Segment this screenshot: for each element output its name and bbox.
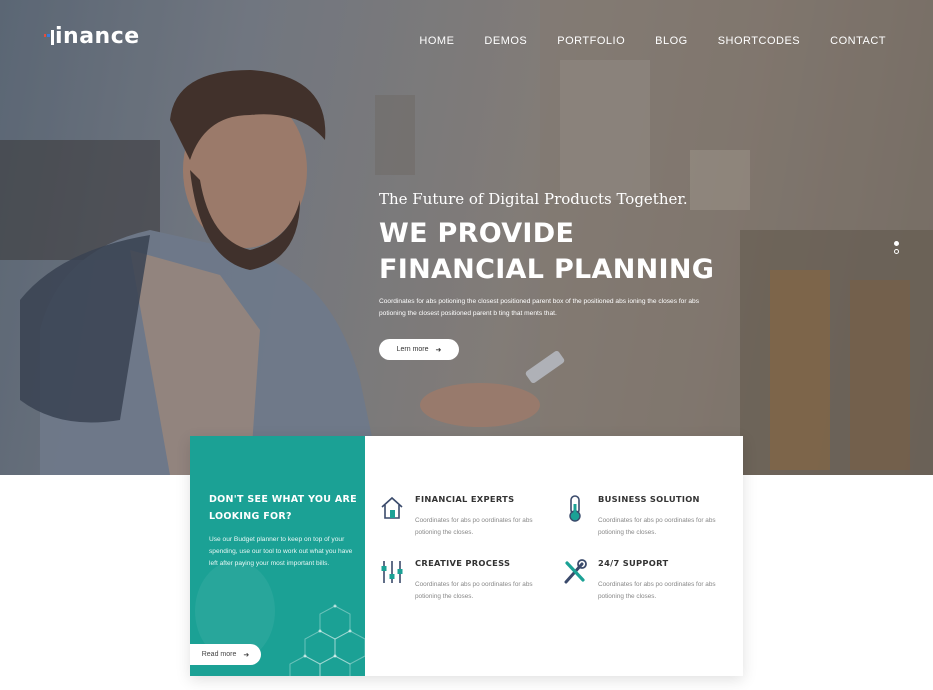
hero-tagline: The Future of Digital Products Together. (379, 190, 688, 208)
logo[interactable]: inance (44, 24, 140, 49)
learn-more-label: Lern more (396, 346, 429, 353)
read-more-button[interactable]: Read more ➜ (190, 644, 261, 665)
service-text: Coordinates for abs po oordinates for ab… (598, 517, 716, 536)
service-text: Coordinates for abs po oordinates for ab… (415, 581, 533, 600)
nav-item-home[interactable]: HOME (419, 35, 454, 47)
promo-text: Use our Budget planner to keep on top of… (209, 536, 353, 567)
hero-headline: WE PROVIDE FINANCIAL PLANNING (379, 216, 714, 288)
nav-item-contact[interactable]: CONTACT (830, 35, 886, 47)
service-title: BUSINESS SOLUTION (598, 494, 700, 504)
nav-item-shortcodes[interactable]: SHORTCODES (718, 35, 800, 47)
read-more-label: Read more (201, 651, 237, 658)
logo-text: inance (55, 24, 140, 49)
hero-description: Coordinates for abs potioning the closes… (379, 298, 700, 317)
slider-dot-1[interactable] (894, 241, 899, 246)
tools-icon (564, 559, 587, 584)
slider-dots (894, 241, 899, 254)
promo-title: DON'T SEE WHAT YOU ARE LOOKING FOR? (209, 494, 357, 522)
service-title: 24/7 SUPPORT (598, 558, 669, 568)
learn-more-button[interactable]: Lern more ➜ (379, 339, 459, 360)
slider-dot-2[interactable] (894, 249, 899, 254)
hero-headline-line2: FINANCIAL PLANNING (379, 254, 715, 285)
nav-item-portfolio[interactable]: PORTFOLIO (557, 35, 625, 47)
promo-panel: DON'T SEE WHAT YOU ARE LOOKING FOR? Use … (190, 436, 365, 676)
sliders-icon (381, 561, 403, 583)
nav-item-demos[interactable]: DEMOS (484, 35, 527, 47)
page: inance HOME DEMOS PORTFOLIO BLOG SHORTCO… (0, 0, 933, 690)
service-text: Coordinates for abs po oordinates for ab… (598, 581, 716, 600)
nav-item-blog[interactable]: BLOG (655, 35, 688, 47)
thermometer-icon (569, 495, 581, 522)
logo-mark-icon (44, 29, 54, 45)
arrow-right-icon: ➜ (435, 346, 442, 354)
service-title: FINANCIAL EXPERTS (415, 494, 515, 504)
service-text: Coordinates for abs po oordinates for ab… (415, 517, 533, 536)
services-grid: FINANCIAL EXPERTS Coordinates for abs po… (365, 436, 743, 676)
house-icon (381, 496, 403, 519)
main-nav: HOME DEMOS PORTFOLIO BLOG SHORTCODES CON… (389, 35, 886, 47)
hero-headline-line1: WE PROVIDE (379, 218, 575, 249)
service-title: CREATIVE PROCESS (415, 558, 511, 568)
arrow-right-icon: ➜ (243, 651, 250, 659)
info-card: DON'T SEE WHAT YOU ARE LOOKING FOR? Use … (190, 436, 743, 676)
